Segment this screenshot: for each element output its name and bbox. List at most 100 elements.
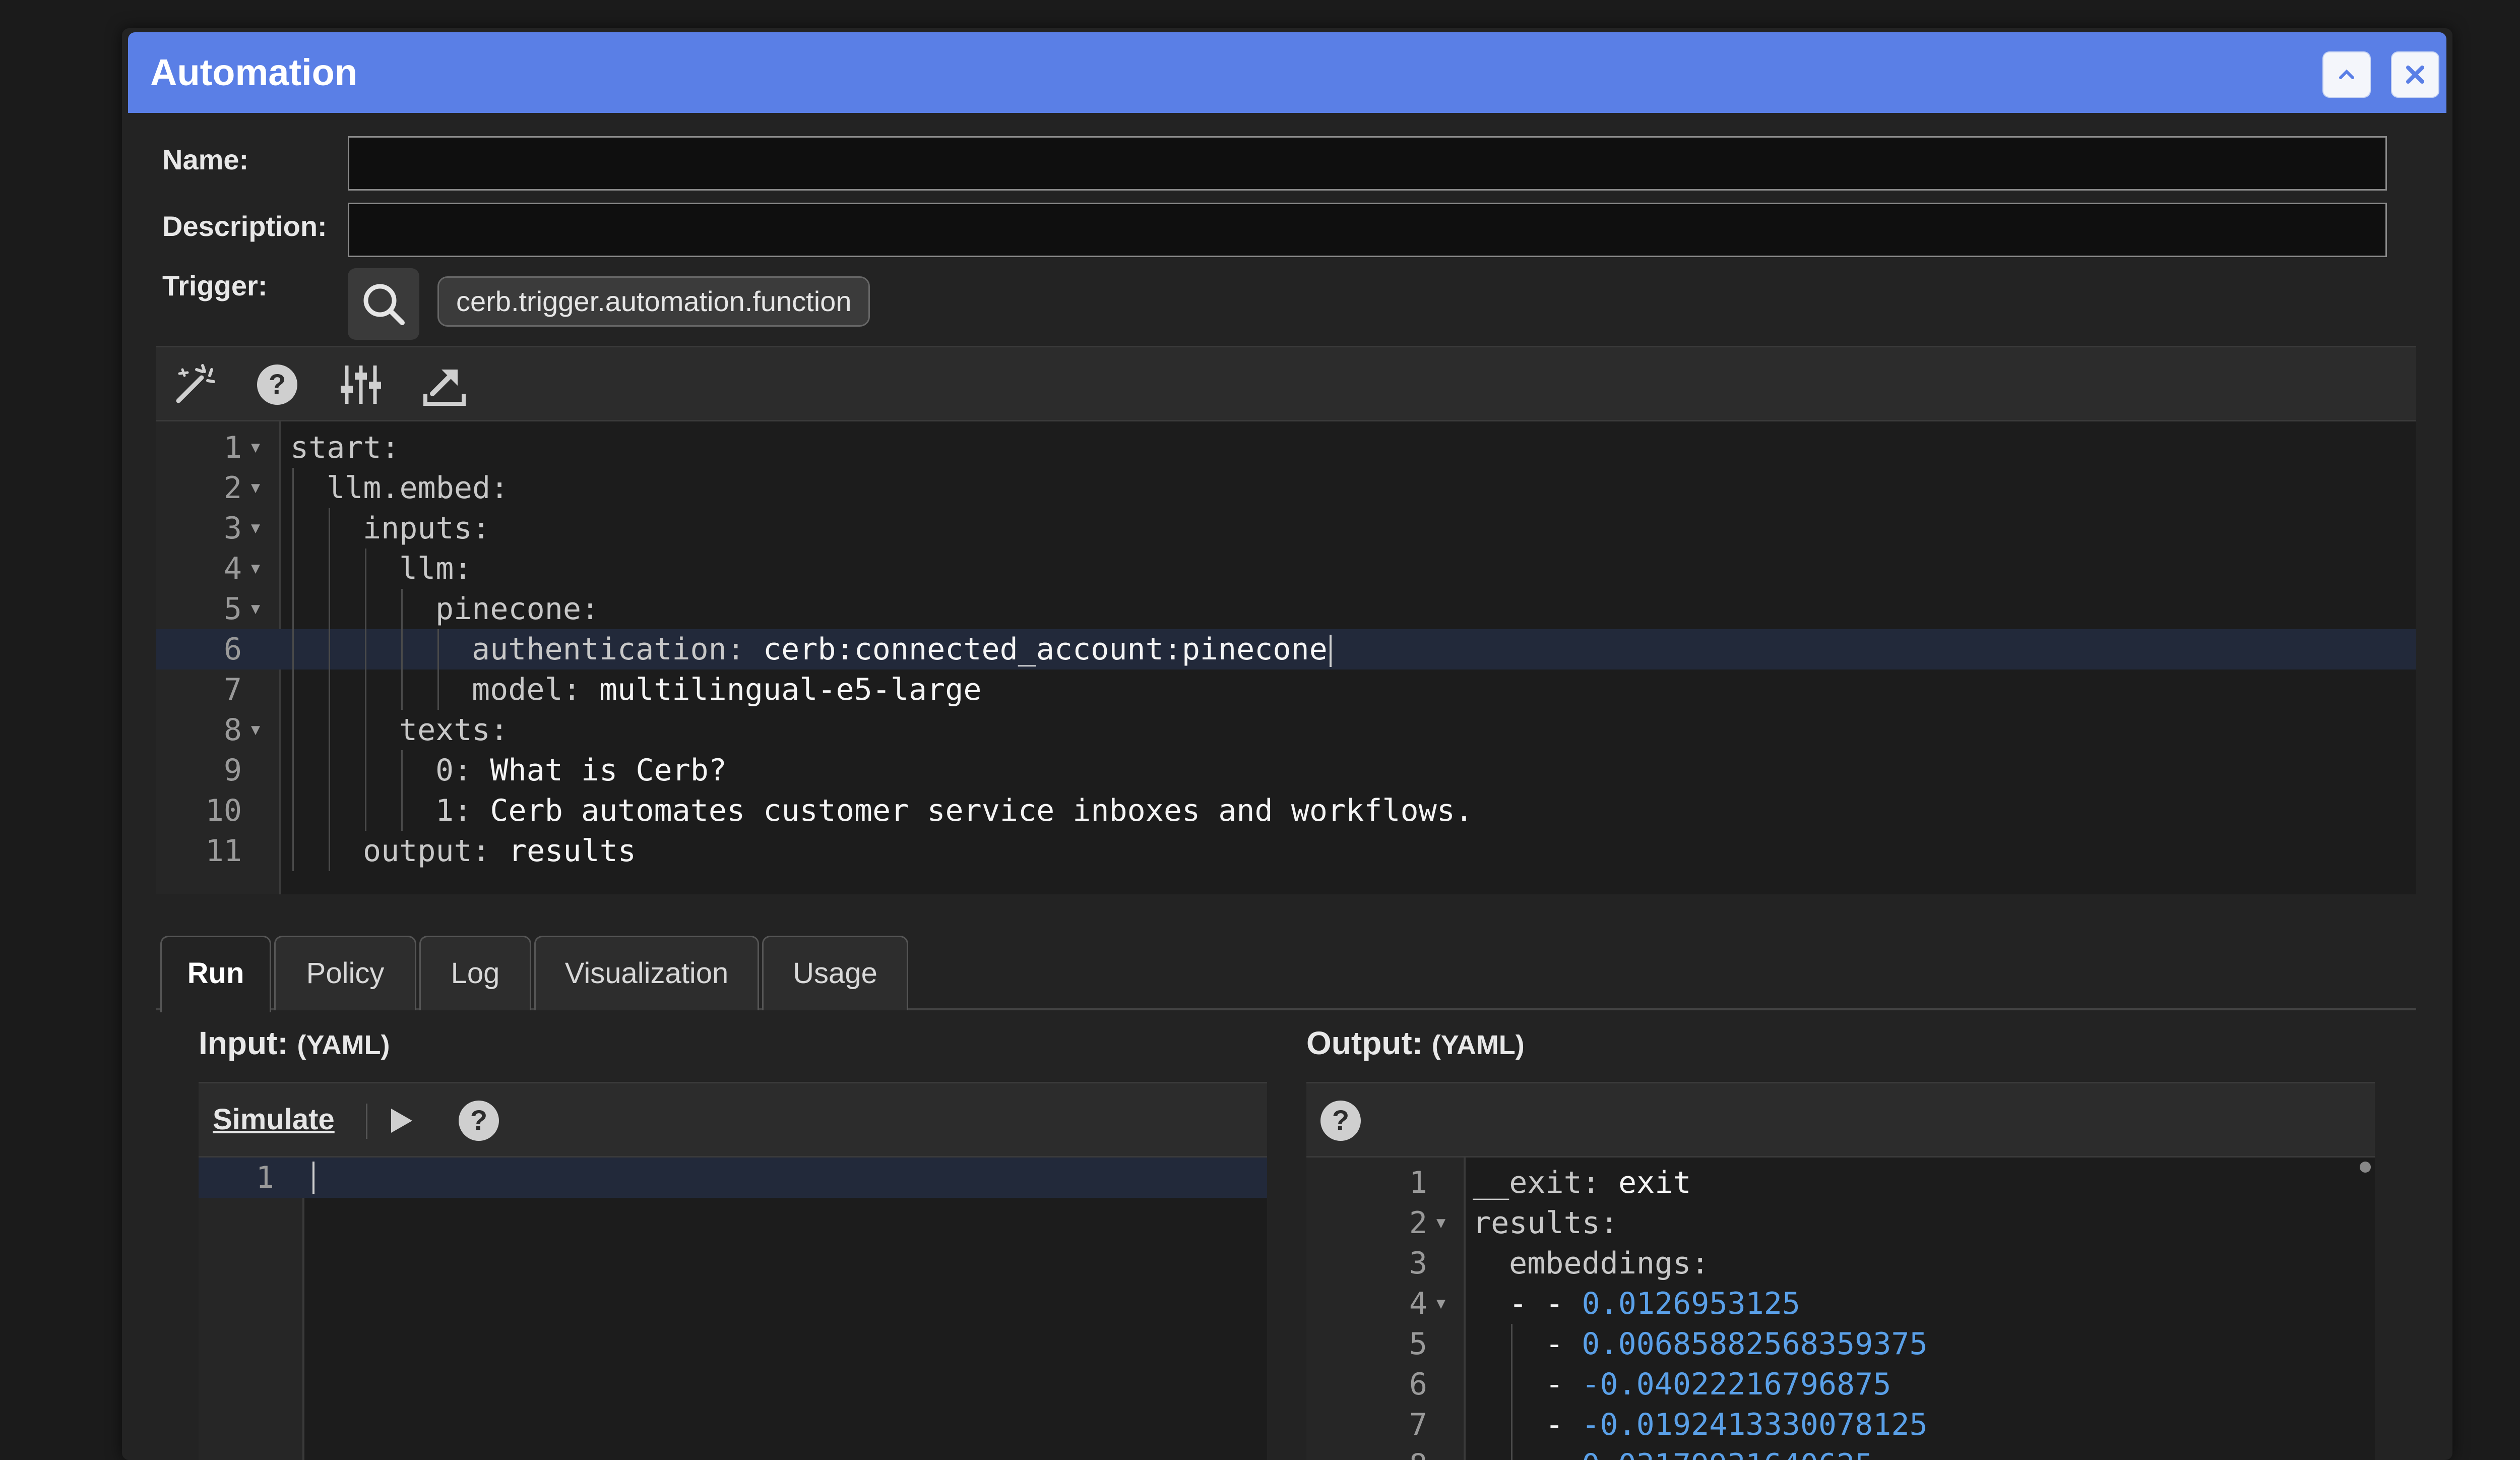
indent-guide <box>292 670 294 710</box>
fold-toggle-icon[interactable]: ▼ <box>251 468 260 508</box>
line-number: 1 <box>1409 1165 1427 1200</box>
code-text: model: multilingual-e5-large <box>472 670 981 710</box>
description-input[interactable] <box>348 203 2387 257</box>
indent-guide <box>365 750 366 790</box>
indent-guide <box>292 589 294 629</box>
simulate-link[interactable]: Simulate <box>213 1083 335 1156</box>
indent-guide <box>292 508 294 549</box>
toolbar-divider <box>366 1104 367 1139</box>
code-line[interactable]: 1 ▼ start: <box>156 428 2416 468</box>
line-number: 2 <box>223 470 242 506</box>
yaml-key: start: <box>290 430 400 465</box>
code-line[interactable]: 7 model: multilingual-e5-large <box>156 670 2416 710</box>
search-icon <box>363 284 405 325</box>
code-line[interactable]: 11 output: results <box>156 831 2416 871</box>
code-line[interactable]: 2 ▼ llm.embed: <box>156 468 2416 508</box>
output-line: 4 ▼ - - 0.0126953125 <box>1306 1284 2375 1324</box>
code-line[interactable]: 5 ▼ pinecone: <box>156 589 2416 629</box>
tab-usage[interactable]: Usage <box>762 936 908 1010</box>
yaml-value: What is Cerb? <box>472 753 727 788</box>
name-label: Name: <box>162 144 249 175</box>
close-button[interactable] <box>2391 51 2439 98</box>
indent-guide <box>365 549 366 589</box>
line-number: 8 <box>223 712 242 748</box>
code-line[interactable]: 9 0: What is Cerb? <box>156 750 2416 790</box>
tab-visualization[interactable]: Visualization <box>534 936 759 1010</box>
text-cursor <box>312 1162 314 1194</box>
input-line[interactable]: 1 <box>199 1158 1267 1198</box>
fold-toggle-icon[interactable]: ▼ <box>251 508 260 549</box>
yaml-list-marker: - - <box>1509 1286 1582 1321</box>
trigger-chip[interactable]: cerb.trigger.automation.function <box>437 276 870 327</box>
description-label: Description: <box>162 210 327 242</box>
numeric-value: 0.03179931640625 <box>1582 1447 1873 1460</box>
yaml-key: results: <box>1473 1205 1618 1241</box>
indent-guide <box>329 549 330 589</box>
fold-toggle-icon[interactable]: ▼ <box>1436 1284 1445 1324</box>
fold-toggle-icon[interactable]: ▼ <box>251 549 260 589</box>
yaml-list-marker: - <box>1545 1447 1582 1460</box>
output-text: - - 0.0126953125 <box>1509 1284 1800 1324</box>
fold-toggle-icon[interactable]: ▼ <box>251 710 260 750</box>
output-format: (YAML) <box>1431 1030 1525 1060</box>
settings-button[interactable] <box>335 358 387 411</box>
yaml-value: multilingual-e5-large <box>581 672 982 707</box>
yaml-key: output: <box>363 833 490 869</box>
yaml-key: llm.embed: <box>327 470 509 506</box>
yaml-list-marker: - <box>1545 1326 1582 1362</box>
output-text: results: <box>1473 1203 1618 1243</box>
output-panel-title: Output: (YAML) <box>1306 1024 1525 1062</box>
output-title: Output: <box>1306 1025 1423 1061</box>
tab-policy[interactable]: Policy <box>274 936 416 1010</box>
code-text: 0: What is Cerb? <box>435 750 727 790</box>
output-help-button[interactable]: ? <box>1317 1098 1364 1144</box>
yaml-value: Cerb automates customer service inboxes … <box>472 793 1474 828</box>
export-button[interactable] <box>418 358 471 411</box>
dialog-titlebar[interactable]: Automation <box>128 32 2446 113</box>
tab-log[interactable]: Log <box>419 936 531 1010</box>
yaml-key: inputs: <box>363 511 490 546</box>
output-text: - 0.00685882568359375 <box>1545 1324 1928 1364</box>
line-number: 10 <box>205 793 242 828</box>
code-line[interactable]: 8 ▼ texts: <box>156 710 2416 750</box>
tab-run[interactable]: Run <box>160 936 271 1012</box>
output-line: 2 ▼ results: <box>1306 1203 2375 1243</box>
code-line[interactable]: 4 ▼ llm: <box>156 549 2416 589</box>
collapse-button[interactable] <box>2322 51 2371 98</box>
help-button[interactable]: ? <box>251 358 303 411</box>
output-text: embeddings: <box>1509 1243 1709 1284</box>
output-editor[interactable]: 1 __exit: exit 2 ▼ results: 3 embeddings: 4 ▼ - -… <box>1306 1158 2375 1460</box>
output-line: 7 - -0.0192413330078125 <box>1306 1405 2375 1445</box>
line-number: 6 <box>223 632 242 667</box>
fold-toggle-icon[interactable]: ▼ <box>1436 1203 1445 1243</box>
name-input[interactable] <box>348 136 2387 191</box>
code-line[interactable]: 3 ▼ inputs: <box>156 508 2416 549</box>
automation-dialog: Automation Name: Description: Trigger: c… <box>122 28 2452 1460</box>
indent-guide <box>1511 1405 1513 1445</box>
help-icon: ? <box>1320 1101 1361 1141</box>
input-help-button[interactable]: ? <box>456 1098 502 1144</box>
line-number: 1 <box>223 430 242 465</box>
tab-bar: Run Policy Log Visualization Usage <box>156 934 2416 1012</box>
code-text: 1: Cerb automates customer service inbox… <box>435 790 1473 831</box>
code-line[interactable]: 10 1: Cerb automates customer service inb… <box>156 790 2416 831</box>
fold-toggle-icon[interactable]: ▼ <box>251 428 260 468</box>
chevron-up-icon <box>2339 69 2354 79</box>
yaml-key: __exit: <box>1473 1165 1600 1200</box>
indent-guide <box>329 790 330 831</box>
output-line: 1 __exit: exit <box>1306 1163 2375 1203</box>
code-editor[interactable]: 1 ▼ start: 2 ▼ llm.embed: 3 ▼ inputs: 4 ▼ llm: 5 ▼ pin… <box>156 421 2416 894</box>
code-line[interactable]: 6 authentication: cerb:connected_account:… <box>156 629 2416 670</box>
input-editor[interactable]: 1 <box>199 1158 1267 1460</box>
run-button[interactable] <box>376 1098 422 1144</box>
yaml-key: 1: <box>435 793 472 828</box>
yaml-value: cerb:connected_account:pinecone <box>744 632 1328 667</box>
input-panel-title: Input: (YAML) <box>199 1024 390 1062</box>
svg-text:?: ? <box>470 1104 487 1136</box>
indent-guide <box>329 831 330 871</box>
trigger-search-button[interactable] <box>348 268 419 340</box>
yaml-list-marker: - <box>1545 1367 1582 1402</box>
fold-toggle-icon[interactable]: ▼ <box>251 589 260 629</box>
magic-wand-button[interactable] <box>167 358 220 411</box>
editor-toolbar: ? <box>156 346 2416 421</box>
